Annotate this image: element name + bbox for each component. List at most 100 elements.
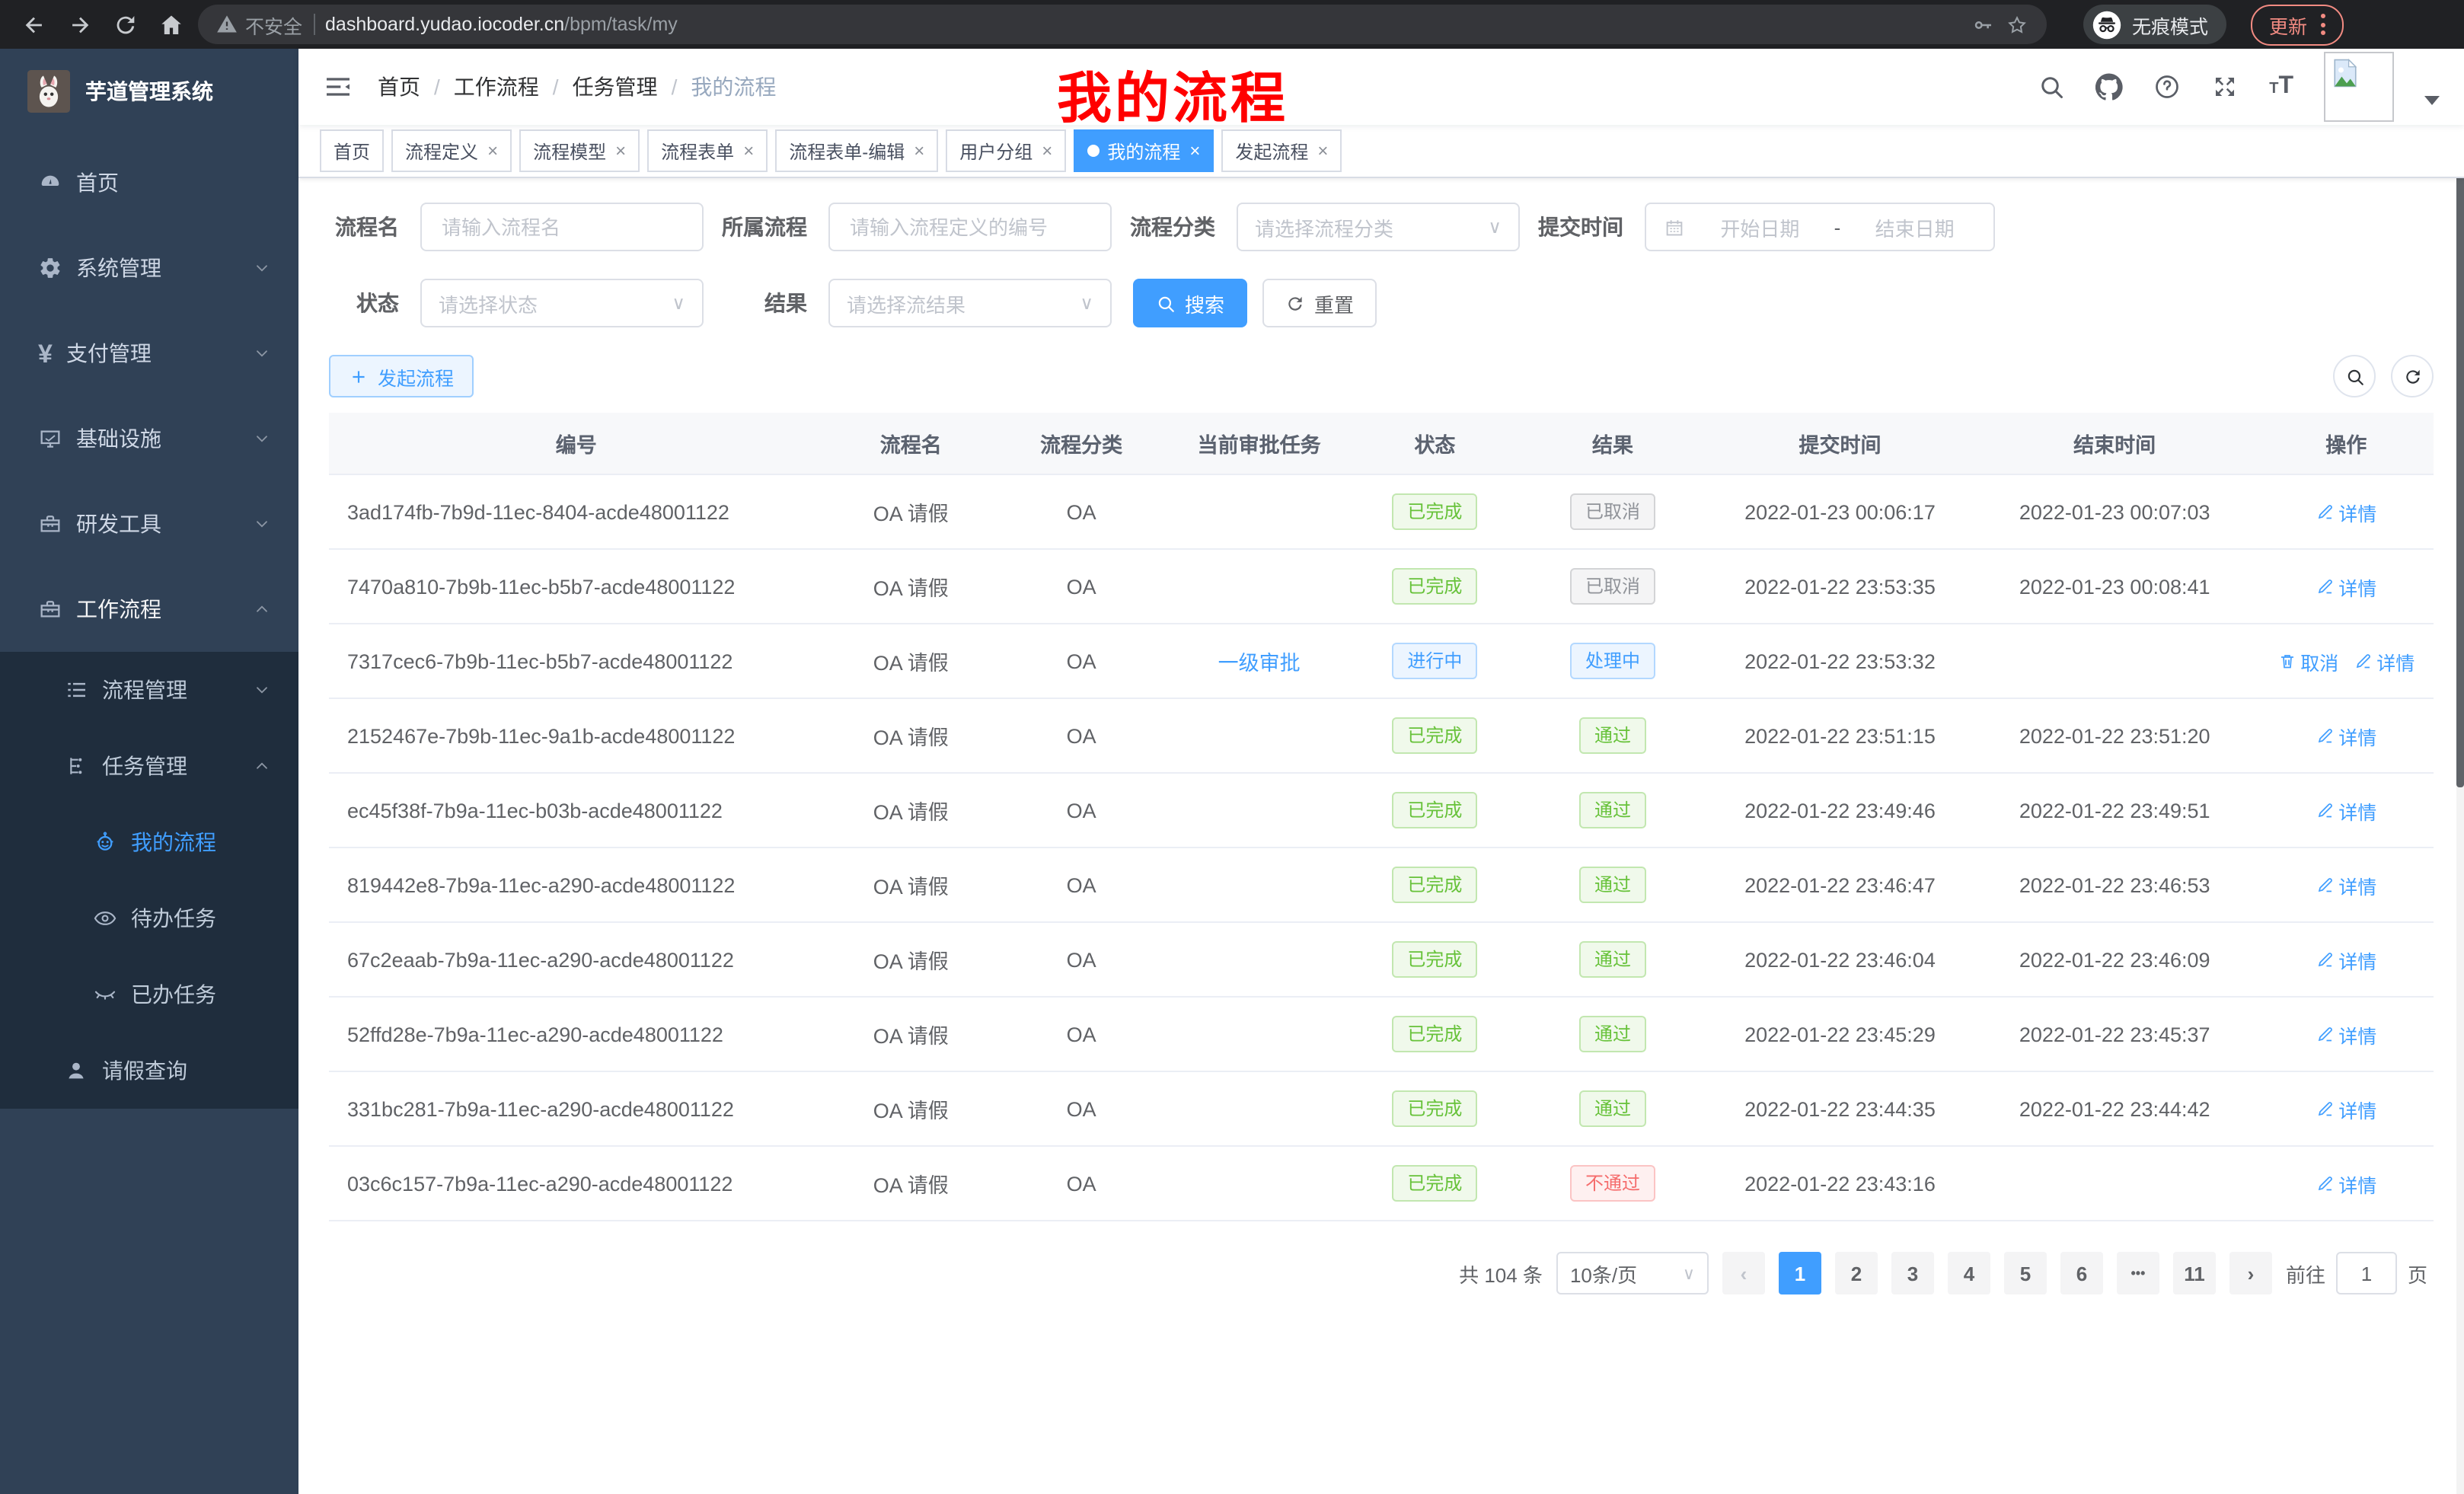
- close-icon[interactable]: ×: [914, 140, 924, 161]
- chevron-down-icon[interactable]: [2424, 96, 2440, 105]
- tab-process-model[interactable]: 流程模型×: [519, 129, 640, 172]
- sidebar-item-payment[interactable]: ¥支付管理: [0, 311, 298, 396]
- submit-time: 2022-01-22 23:53:35: [1709, 549, 1971, 624]
- search-icon[interactable]: [2038, 73, 2065, 101]
- page-button-3[interactable]: 3: [1891, 1252, 1934, 1294]
- font-size-icon[interactable]: TT: [2269, 73, 2293, 101]
- tab-label: 我的流程: [1107, 138, 1180, 164]
- sidebar-item-system[interactable]: 系统管理: [0, 225, 298, 311]
- page-button-1[interactable]: 1: [1779, 1252, 1821, 1294]
- process-id: 7470a810-7b9b-11ec-b5b7-acde48001122: [329, 549, 824, 624]
- process-definition-input[interactable]: [847, 214, 1093, 240]
- action-detail-link[interactable]: 详情: [2316, 870, 2376, 899]
- breadcrumb-item[interactable]: 任务管理: [573, 72, 658, 102]
- page-button-11[interactable]: 11: [2173, 1252, 2216, 1294]
- page-button-6[interactable]: 6: [2060, 1252, 2103, 1294]
- help-icon[interactable]: [2153, 73, 2181, 101]
- sidebar-item-infra[interactable]: 基础设施: [0, 396, 298, 481]
- next-page-button[interactable]: ›: [2229, 1252, 2272, 1294]
- sidebar-item-my-process[interactable]: 我的流程: [0, 804, 298, 880]
- close-icon[interactable]: ×: [1189, 140, 1200, 161]
- page-button-4[interactable]: 4: [1948, 1252, 1990, 1294]
- fullscreen-icon[interactable]: [2211, 73, 2239, 101]
- browser-back-icon[interactable]: [15, 6, 52, 43]
- close-icon[interactable]: ×: [1317, 140, 1328, 161]
- close-icon[interactable]: ×: [1042, 140, 1052, 161]
- action-detail-link[interactable]: 详情: [2316, 945, 2376, 974]
- actions-cell: 详情: [2259, 997, 2434, 1071]
- page-button-5[interactable]: 5: [2004, 1252, 2047, 1294]
- tab-label: 用户分组: [959, 138, 1033, 164]
- scrollbar-thumb[interactable]: [2456, 132, 2464, 787]
- close-icon[interactable]: ×: [615, 140, 626, 161]
- tab-user-group[interactable]: 用户分组 ×: [946, 129, 1066, 172]
- breadcrumb-item[interactable]: 首页: [378, 72, 420, 102]
- action-detail-link[interactable]: 详情: [2316, 721, 2376, 750]
- tab-create-process[interactable]: 发起流程 ×: [1221, 129, 1342, 172]
- sidebar-item-home[interactable]: 首页: [0, 140, 298, 225]
- tab-label: 发起流程: [1235, 138, 1308, 164]
- result-select[interactable]: 请选择流结果 ∨: [828, 279, 1112, 327]
- incognito-icon: [2092, 10, 2121, 39]
- sidebar-item-todo-task[interactable]: 待办任务: [0, 880, 298, 956]
- action-detail-link[interactable]: 详情: [2316, 1094, 2376, 1123]
- prev-page-button[interactable]: ‹: [1722, 1252, 1765, 1294]
- sidebar-item-workflow[interactable]: 工作流程: [0, 567, 298, 652]
- browser-update-button[interactable]: 更新: [2251, 4, 2344, 45]
- avatar[interactable]: [2324, 52, 2394, 122]
- action-detail-link[interactable]: 详情: [2316, 796, 2376, 825]
- browser-menu-icon[interactable]: [2321, 14, 2325, 35]
- security-status[interactable]: 不安全: [216, 10, 302, 39]
- category-select[interactable]: 请选择流程分类 ∨: [1237, 203, 1520, 251]
- key-icon[interactable]: [1972, 13, 1995, 36]
- action-detail-link[interactable]: 详情: [2354, 646, 2415, 675]
- result-cell: 通过: [1516, 773, 1709, 848]
- status-cell: 已完成: [1354, 1071, 1516, 1146]
- sidebar-item-devtools[interactable]: 研发工具: [0, 481, 298, 567]
- star-icon[interactable]: [2006, 13, 2028, 36]
- status-badge: 已完成: [1392, 941, 1477, 978]
- column-header: 提交时间: [1709, 413, 1971, 474]
- breadcrumb: 首页/工作流程/任务管理/我的流程: [378, 72, 776, 102]
- action-cancel-link[interactable]: 取消: [2277, 646, 2338, 675]
- github-icon[interactable]: [2095, 73, 2123, 101]
- action-detail-link[interactable]: 详情: [2316, 1020, 2376, 1049]
- browser-home-icon[interactable]: [152, 6, 189, 43]
- search-button[interactable]: 搜索: [1133, 279, 1247, 327]
- tab-my-process[interactable]: 我的流程 ×: [1074, 129, 1214, 172]
- status-cell: 已完成: [1354, 474, 1516, 549]
- page-button-2[interactable]: 2: [1835, 1252, 1878, 1294]
- date-range-picker[interactable]: 开始日期 - 结束日期: [1645, 203, 1995, 251]
- tab-process-form-edit[interactable]: 流程表单-编辑×: [775, 129, 938, 172]
- action-detail-link[interactable]: 详情: [2316, 572, 2376, 601]
- sidebar-item-leave-query[interactable]: 请假查询: [0, 1033, 298, 1109]
- create-process-button[interactable]: 发起流程: [329, 355, 474, 397]
- sidebar-item-process-mgmt[interactable]: 流程管理: [0, 652, 298, 728]
- close-icon[interactable]: ×: [743, 140, 754, 161]
- tab-process-form[interactable]: 流程表单×: [647, 129, 768, 172]
- show-search-button[interactable]: [2333, 355, 2376, 397]
- status-select[interactable]: 请选择状态 ∨: [420, 279, 704, 327]
- address-bar[interactable]: 不安全 dashboard.yudao.iocoder.cn/bpm/task/…: [198, 5, 2047, 44]
- breadcrumb-item[interactable]: 工作流程: [454, 72, 539, 102]
- action-detail-link[interactable]: 详情: [2316, 497, 2376, 526]
- process-table: 编号流程名流程分类当前审批任务状态结果提交时间结束时间操作 3ad174fb-7…: [329, 413, 2434, 1221]
- sidebar-item-task-mgmt[interactable]: 任务管理: [0, 728, 298, 804]
- sidebar-item-done-task[interactable]: 已办任务: [0, 956, 298, 1033]
- sidebar-collapse-icon[interactable]: [323, 72, 353, 102]
- tab-process-definition[interactable]: 流程定义×: [391, 129, 512, 172]
- browser-forward-icon[interactable]: [61, 6, 97, 43]
- page-size-select[interactable]: 10条/页 ∨: [1556, 1252, 1709, 1294]
- page-more-button[interactable]: •••: [2117, 1252, 2159, 1294]
- action-detail-link[interactable]: 详情: [2316, 1169, 2376, 1198]
- process-name-input[interactable]: [439, 214, 685, 240]
- window-scrollbar[interactable]: [2456, 49, 2464, 1494]
- goto-page-input[interactable]: [2336, 1252, 2397, 1294]
- browser-reload-icon[interactable]: [107, 6, 143, 43]
- current-task-link[interactable]: 一级审批: [1218, 652, 1301, 675]
- close-icon[interactable]: ×: [487, 140, 498, 161]
- refresh-table-button[interactable]: [2391, 355, 2434, 397]
- reset-button[interactable]: 重置: [1262, 279, 1377, 327]
- incognito-badge[interactable]: 无痕模式: [2083, 5, 2226, 44]
- tab-home[interactable]: 首页: [320, 129, 384, 172]
